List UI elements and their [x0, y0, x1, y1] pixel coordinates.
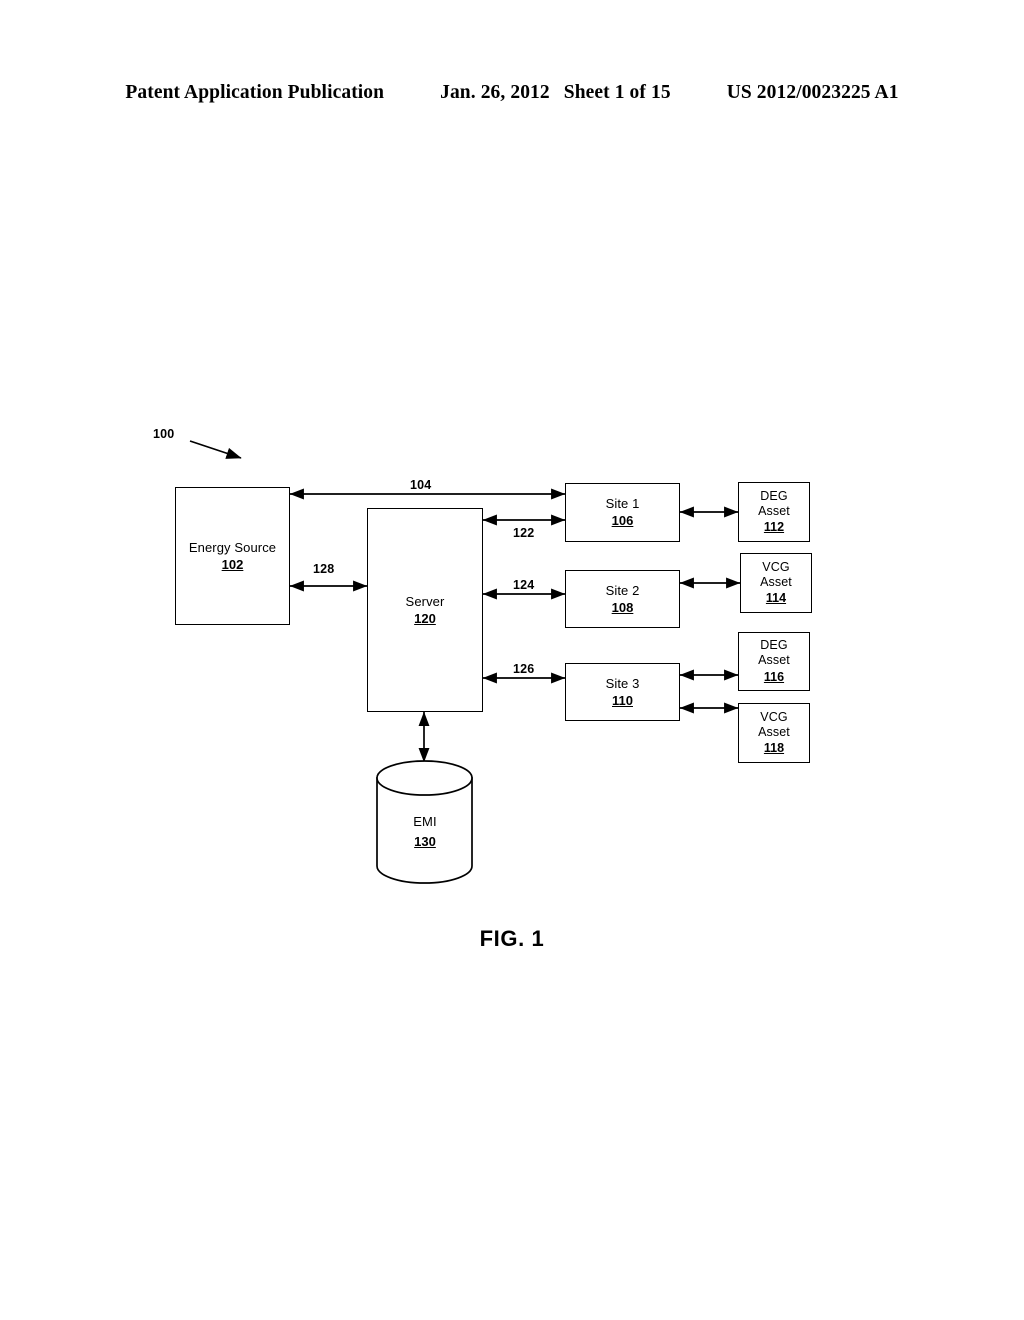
system-reference-numeral: 100: [153, 427, 175, 441]
connector-128-label: 128: [313, 562, 335, 576]
site-2-ref: 108: [611, 599, 634, 615]
vcg-asset-114-label-line1: VCG: [762, 559, 790, 574]
server-label: Server: [405, 593, 445, 609]
vcg-asset-114-node: VCG Asset 114: [740, 553, 812, 613]
emi-label: EMI: [413, 814, 437, 829]
deg-asset-112-label-line1: DEG: [760, 488, 788, 503]
vcg-asset-114-label-line2: Asset: [760, 574, 792, 589]
site-1-ref: 106: [611, 513, 634, 528]
figure-caption: FIG. 1: [479, 926, 545, 951]
site-3-node: Site 3 110: [565, 663, 680, 721]
vcg-asset-118-label-line2: Asset: [758, 724, 790, 739]
site-3-ref: 110: [612, 692, 633, 708]
emi-database-text: EMI 130: [377, 812, 473, 852]
server-ref: 120: [414, 610, 436, 626]
deg-asset-116-node: DEG Asset 116: [738, 632, 810, 691]
vcg-asset-118-node: VCG Asset 118: [738, 703, 810, 763]
figure-1-diagram: 100 Energy Source 102 Server 120 EMI 130…: [0, 0, 1024, 1320]
site-1-label: Site 1: [605, 496, 640, 512]
emi-ref: 130: [414, 834, 436, 849]
vcg-asset-118-label-line1: VCG: [760, 709, 788, 724]
site-2-node: Site 2 108: [565, 570, 680, 628]
lead-line-100: [189, 440, 242, 459]
deg-asset-112-ref: 112: [763, 520, 785, 535]
deg-asset-112-label-line2: Asset: [758, 503, 790, 518]
connector-104-label: 104: [410, 478, 432, 492]
energy-source-ref: 102: [221, 556, 244, 572]
connector-layer: [189, 440, 741, 884]
site-2-label: Site 2: [605, 582, 640, 598]
connector-124-label: 124: [513, 578, 535, 592]
deg-asset-116-ref: 116: [763, 669, 785, 684]
vcg-asset-118-ref: 118: [763, 741, 785, 756]
vcg-asset-114-ref: 114: [765, 591, 787, 606]
emi-database-node: EMI 130: [377, 760, 473, 884]
energy-source-node: Energy Source 102: [175, 487, 290, 625]
deg-asset-116-label-line2: Asset: [758, 653, 790, 668]
site-3-label: Site 3: [605, 675, 640, 691]
site-1-node: Site 1 106: [565, 483, 680, 542]
connector-126-label: 126: [513, 662, 535, 676]
deg-asset-116-label-line1: DEG: [760, 638, 788, 653]
server-node: Server 120: [367, 508, 483, 712]
connector-122-label: 122: [513, 526, 535, 540]
deg-asset-112-node: DEG Asset 112: [738, 482, 810, 542]
energy-source-label: Energy Source: [188, 539, 277, 555]
